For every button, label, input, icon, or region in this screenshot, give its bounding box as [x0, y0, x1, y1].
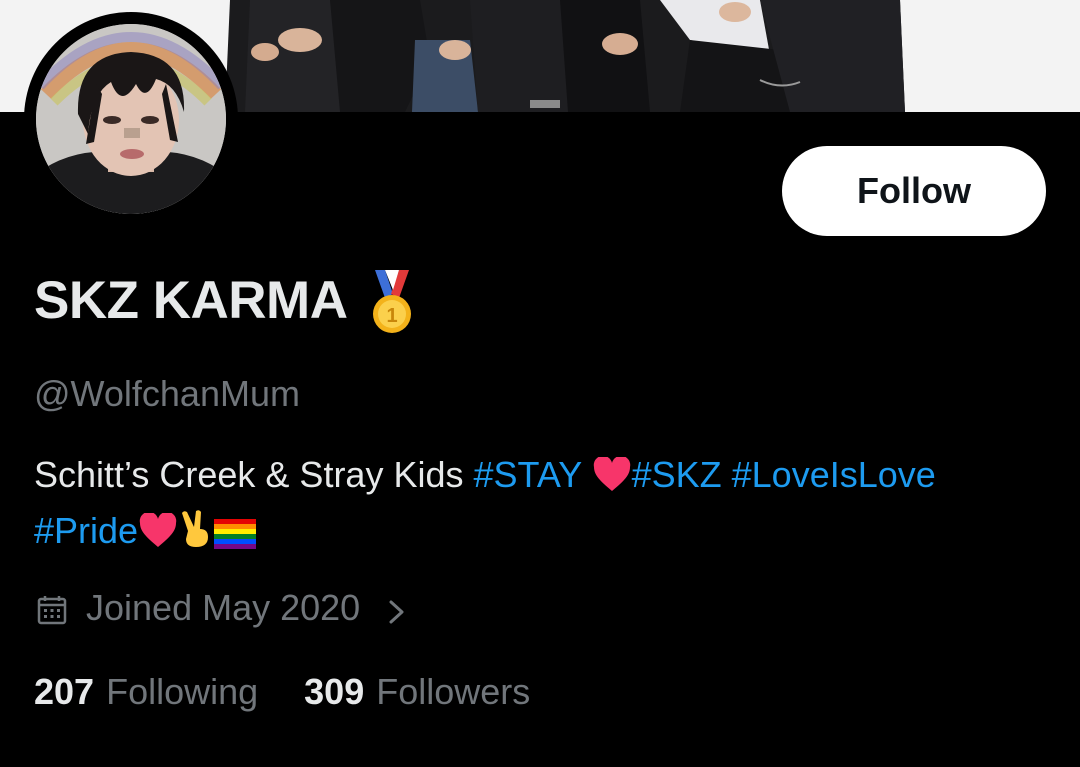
avatar[interactable]: [24, 12, 238, 226]
heart-icon: [592, 455, 632, 506]
following-label: Following: [106, 671, 259, 712]
bio: Schitt’s Creek & Stray Kids #STAY #SKZ #…: [34, 450, 1044, 562]
rainbow-flag-icon: [214, 512, 257, 562]
profile-page: Follow SKZ KARMA 1 @WolfchanMum Schitt’s…: [0, 0, 1080, 767]
followers-count: 309: [304, 671, 365, 712]
hashtag-stay[interactable]: #STAY: [474, 454, 582, 495]
joined-text: Joined May 2020: [86, 587, 361, 628]
display-name-text: SKZ KARMA: [34, 271, 348, 330]
following-count: 207: [34, 671, 95, 712]
joined-date: Joined May 2020: [36, 586, 408, 630]
hashtag-loveislove[interactable]: #LoveIsLove: [732, 454, 936, 495]
hashtag-skz[interactable]: #SKZ: [632, 454, 722, 495]
medal-icon: 1: [369, 268, 415, 334]
calendar-icon: [36, 592, 68, 625]
following-link[interactable]: 207 Following: [34, 670, 258, 714]
avatar-photo: [36, 24, 226, 214]
hashtag-pride[interactable]: #Pride: [34, 510, 138, 551]
victory-hand-icon: [178, 509, 214, 562]
chevron-right-icon[interactable]: [386, 593, 408, 624]
svg-text:1: 1: [387, 305, 398, 327]
follow-button[interactable]: Follow: [782, 146, 1046, 236]
followers-link[interactable]: 309 Followers: [304, 670, 530, 714]
follow-stats: 207 Following 309 Followers: [34, 670, 530, 714]
handle: @WolfchanMum: [34, 373, 300, 414]
display-name: SKZ KARMA 1: [34, 268, 415, 334]
followers-label: Followers: [376, 671, 531, 712]
bio-text: Schitt’s Creek & Stray Kids: [34, 454, 474, 495]
heart-icon: [138, 511, 178, 562]
